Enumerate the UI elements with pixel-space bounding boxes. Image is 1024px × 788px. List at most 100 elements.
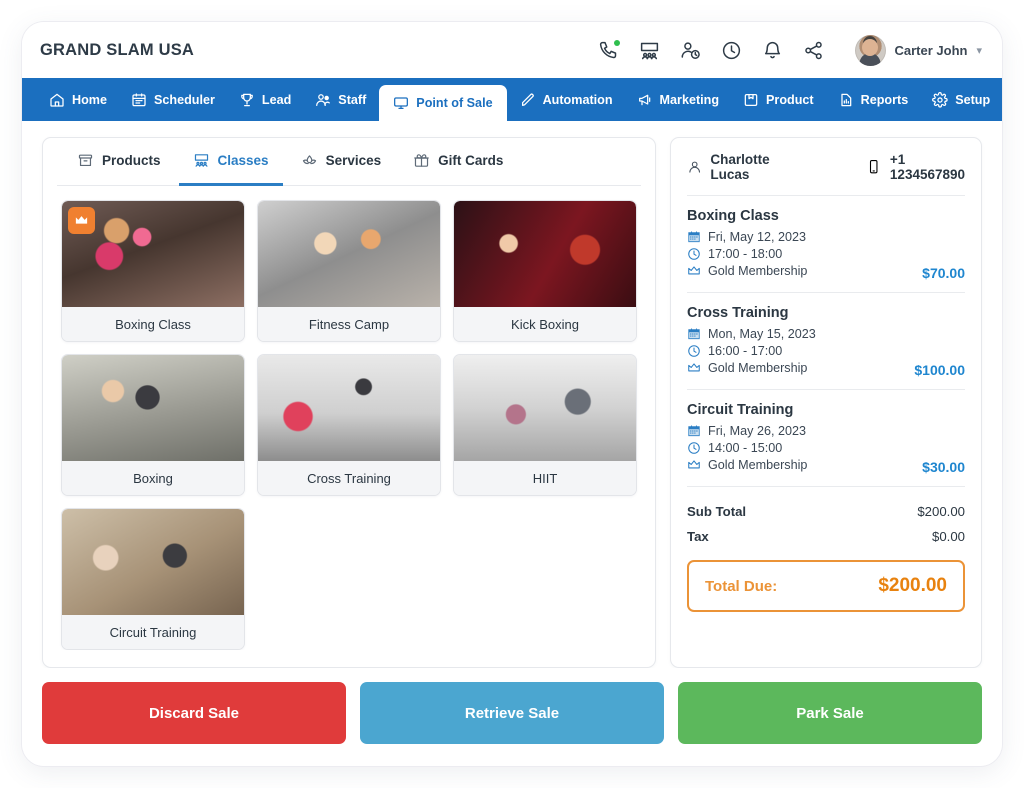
calendar-icon (687, 327, 701, 341)
user-icon (687, 159, 702, 175)
cart-item[interactable]: Cross Training Mon, May 15, 2023 16:00 -… (687, 293, 965, 390)
calendar-icon (687, 230, 701, 244)
nav-label: Setup (955, 93, 990, 107)
tax-value: $0.00 (932, 529, 965, 544)
total-due-value: $200.00 (878, 575, 947, 597)
cart-item-date-row: Fri, May 12, 2023 (687, 230, 965, 244)
catalog-panel: Products Classes Services (42, 137, 656, 668)
class-card-image (258, 355, 440, 461)
cart-item-time-row: 14:00 - 15:00 (687, 441, 965, 455)
cart-item-date: Fri, May 26, 2023 (708, 424, 806, 438)
nav-item-automation[interactable]: Automation (509, 78, 624, 121)
nav-label: Product (766, 93, 814, 107)
customer-row: Charlotte Lucas +1 1234567890 (687, 152, 965, 196)
class-card-hiit[interactable]: HIIT (453, 354, 637, 496)
class-card-grid: Boxing Class Fitness Camp Kick Boxing Bo… (57, 186, 641, 650)
share-icon[interactable] (802, 38, 826, 62)
nav-item-setup[interactable]: Setup (921, 78, 1001, 121)
park-sale-button[interactable]: Park Sale (678, 682, 982, 744)
nav-label: Marketing (660, 93, 719, 107)
class-card-circuit-training[interactable]: Circuit Training (61, 508, 245, 650)
cart-item-list: Boxing Class Fri, May 12, 2023 17:00 - 1… (687, 196, 965, 487)
tab-services[interactable]: Services (287, 139, 396, 186)
online-status-dot (614, 40, 620, 46)
cart-item-title: Circuit Training (687, 402, 965, 418)
main-navbar: Home Scheduler Lead Staff Point of Sale (22, 78, 1002, 121)
nav-item-lead[interactable]: Lead (228, 78, 302, 121)
class-card-label: Circuit Training (62, 615, 244, 649)
clock-icon[interactable] (720, 38, 744, 62)
cart-item-time: 16:00 - 17:00 (708, 344, 782, 358)
tab-label: Classes (218, 153, 269, 168)
retrieve-sale-button[interactable]: Retrieve Sale (360, 682, 664, 744)
subtotal-label: Sub Total (687, 504, 746, 519)
nav-label: Reports (861, 93, 909, 107)
class-card-label: Boxing Class (62, 307, 244, 341)
class-card-boxing[interactable]: Boxing (61, 354, 245, 496)
cart-item-price: $30.00 (922, 459, 965, 475)
cart-item-membership: Gold Membership (708, 361, 807, 375)
tab-gift-cards[interactable]: Gift Cards (399, 139, 517, 186)
class-card-kick-boxing[interactable]: Kick Boxing (453, 200, 637, 342)
user-menu[interactable]: Carter John ▾ (855, 35, 983, 66)
nav-item-point-of-sale[interactable]: Point of Sale (379, 85, 506, 121)
customer-name-block[interactable]: Charlotte Lucas (687, 152, 808, 182)
totals-section: Sub Total $200.00 Tax $0.00 Total Due: $… (687, 499, 965, 612)
tax-label: Tax (687, 529, 709, 544)
cart-item-time: 17:00 - 18:00 (708, 247, 782, 261)
nav-label: Staff (338, 93, 366, 107)
crown-icon (687, 361, 701, 375)
customer-name: Charlotte Lucas (710, 152, 808, 182)
tab-label: Products (102, 153, 161, 168)
bell-icon[interactable] (761, 38, 785, 62)
nav-item-reports[interactable]: Reports (827, 78, 920, 121)
class-card-image (258, 201, 440, 307)
cart-item[interactable]: Boxing Class Fri, May 12, 2023 17:00 - 1… (687, 196, 965, 293)
class-card-cross-training[interactable]: Cross Training (257, 354, 441, 496)
clock-icon (687, 441, 701, 455)
crown-icon (687, 458, 701, 472)
cart-item[interactable]: Circuit Training Fri, May 26, 2023 14:00… (687, 390, 965, 487)
crown-icon (687, 264, 701, 278)
phone-call-icon[interactable] (597, 38, 621, 62)
avatar (855, 35, 886, 66)
nav-item-product[interactable]: Product (732, 78, 825, 121)
cart-panel: Charlotte Lucas +1 1234567890 Boxing Cla… (670, 137, 982, 668)
user-clock-icon[interactable] (679, 38, 703, 62)
chevron-down-icon[interactable]: ▾ (976, 44, 982, 57)
cart-item-title: Cross Training (687, 305, 965, 321)
class-card-label: Cross Training (258, 461, 440, 495)
nav-item-scheduler[interactable]: Scheduler (120, 78, 226, 121)
tab-classes[interactable]: Classes (179, 139, 283, 186)
nav-item-staff[interactable]: Staff (304, 78, 377, 121)
cart-item-date: Fri, May 12, 2023 (708, 230, 806, 244)
tab-products[interactable]: Products (63, 139, 175, 186)
cart-item-date-row: Mon, May 15, 2023 (687, 327, 965, 341)
nav-item-marketing[interactable]: Marketing (626, 78, 730, 121)
subtotal-value: $200.00 (917, 504, 965, 519)
meeting-group-icon[interactable] (638, 38, 662, 62)
class-card-image (62, 355, 244, 461)
header-icon-group: Carter John ▾ (597, 35, 983, 66)
nav-item-home[interactable]: Home (38, 78, 118, 121)
tab-label: Services (326, 153, 382, 168)
cart-item-time-row: 17:00 - 18:00 (687, 247, 965, 261)
total-due-box: Total Due: $200.00 (687, 560, 965, 612)
mobile-phone-icon (866, 159, 881, 174)
calendar-icon (687, 424, 701, 438)
class-card-boxing-class[interactable]: Boxing Class (61, 200, 245, 342)
cart-item-title: Boxing Class (687, 208, 965, 224)
customer-phone-block[interactable]: +1 1234567890 (866, 152, 965, 182)
class-card-label: Kick Boxing (454, 307, 636, 341)
class-card-fitness-camp[interactable]: Fitness Camp (257, 200, 441, 342)
customer-phone: +1 1234567890 (890, 152, 965, 182)
clock-icon (687, 247, 701, 261)
catalog-tabs: Products Classes Services (57, 138, 641, 186)
nav-label: Scheduler (154, 93, 215, 107)
app-window: GRAND SLAM USA (22, 22, 1002, 766)
clock-icon (687, 344, 701, 358)
action-bar: Discard Sale Retrieve Sale Park Sale (22, 668, 1002, 766)
cart-item-membership: Gold Membership (708, 264, 807, 278)
class-card-label: Boxing (62, 461, 244, 495)
discard-sale-button[interactable]: Discard Sale (42, 682, 346, 744)
